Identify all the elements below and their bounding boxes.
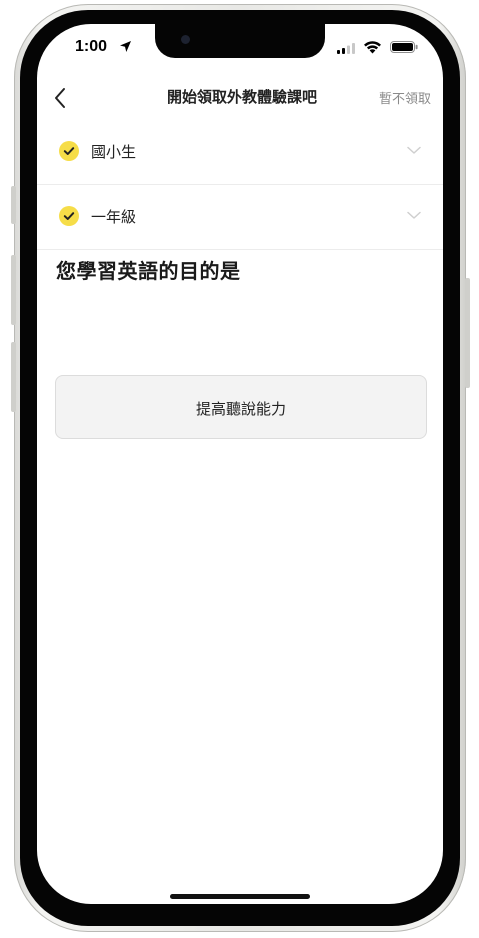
chevron-left-icon (55, 88, 65, 108)
page-title: 開始領取外教體驗課吧 (166, 88, 317, 106)
wifi-icon (364, 41, 381, 54)
home-indicator[interactable] (170, 894, 310, 899)
volume-up-button (11, 255, 16, 325)
question-heading: 您學習英語的目的是 (56, 259, 241, 283)
back-button[interactable] (49, 84, 73, 112)
battery-icon (390, 41, 418, 53)
screen: 1:00 開始領取外教體驗課吧 暫不領取 國小生 一年級 您學習英語的目的是 提… (37, 24, 443, 904)
chevron-down-icon (407, 211, 421, 219)
power-button (465, 278, 470, 388)
check-badge (59, 141, 79, 161)
notch (155, 24, 325, 58)
student-type-selector[interactable]: 國小生 (37, 120, 443, 185)
check-icon (63, 147, 75, 155)
option-label: 提高聽說能力 (195, 400, 286, 418)
front-camera (181, 35, 190, 44)
chevron-down-icon (407, 146, 421, 154)
signal-icon (337, 43, 355, 54)
student-type-label: 國小生 (91, 143, 137, 161)
volume-down-button (11, 342, 16, 412)
skip-button[interactable]: 暫不領取 (379, 88, 431, 107)
grade-label: 一年級 (91, 208, 137, 226)
silent-switch (11, 186, 16, 224)
status-time: 1:00 (75, 38, 108, 55)
check-icon (63, 212, 75, 220)
option-improve-listening-speaking[interactable]: 提高聽說能力 (55, 375, 427, 439)
nav-bar: 開始領取外教體驗課吧 暫不領取 (37, 78, 443, 118)
check-badge (59, 206, 79, 226)
location-arrow-icon (120, 41, 131, 52)
grade-selector[interactable]: 一年級 (37, 185, 443, 250)
